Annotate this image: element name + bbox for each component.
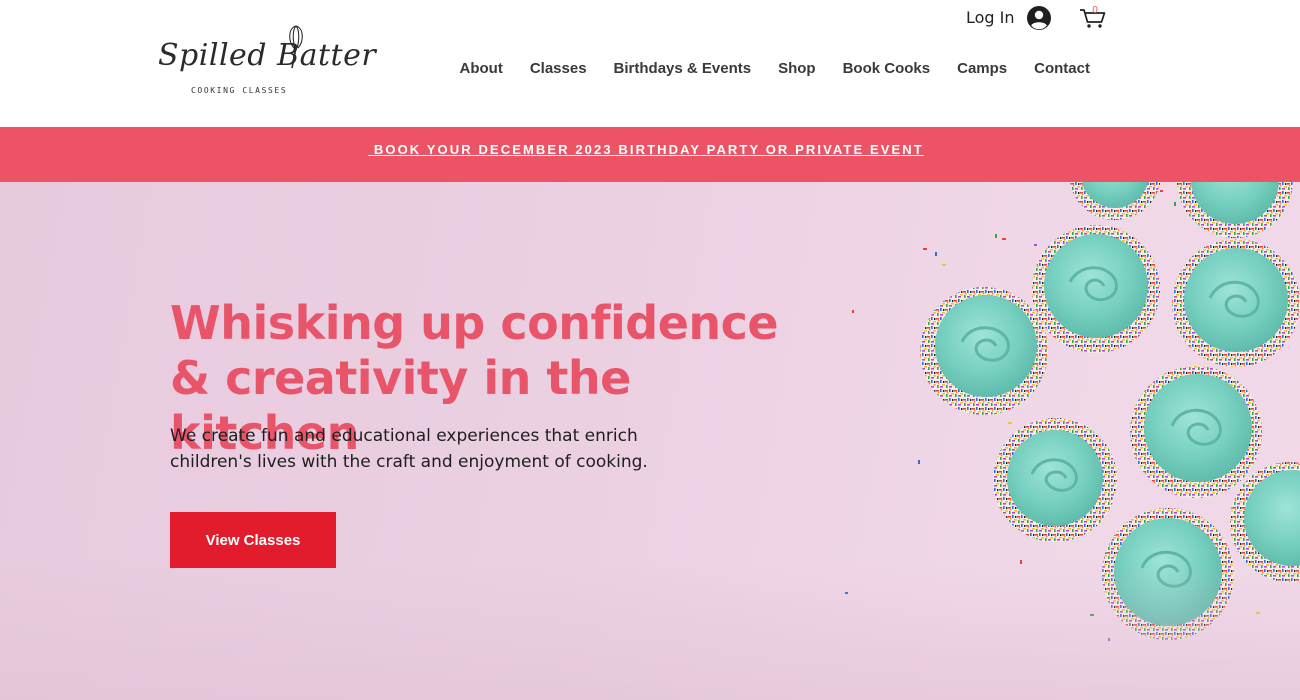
announcement-link[interactable]: BOOK YOUR DECEMBER 2023 BIRTHDAY PARTY O…	[0, 142, 1292, 157]
cupcake	[1172, 239, 1300, 367]
nav-item-classes[interactable]: Classes	[516, 58, 600, 80]
site-logo[interactable]: Spilled Batter COOKING CLASSES	[158, 24, 376, 98]
hero-shade	[0, 562, 1300, 700]
site-header: Spilled Batter COOKING CLASSES Log In 0 …	[0, 0, 1300, 127]
nav-item-book-cooks[interactable]: Book Cooks	[829, 58, 944, 80]
cupcake	[1069, 182, 1161, 220]
main-nav: About Classes Birthdays & Events Shop Bo…	[446, 58, 1103, 80]
cart-count-badge: 0	[1092, 5, 1098, 16]
logo-tagline: COOKING CLASSES	[191, 86, 288, 95]
user-avatar-icon[interactable]	[1027, 6, 1051, 30]
cupcake	[1032, 225, 1160, 353]
cupcake	[1177, 182, 1293, 238]
hero-description: We create fun and educational experience…	[170, 426, 648, 472]
cupcake	[920, 287, 1048, 415]
nav-item-camps[interactable]: Camps	[944, 58, 1021, 80]
whisk-icon	[289, 25, 303, 69]
hero-section: Whisking up confidence & creativity in t…	[0, 182, 1300, 700]
nav-item-contact[interactable]: Contact	[1021, 58, 1104, 80]
nav-item-shop[interactable]: Shop	[765, 58, 830, 80]
cupcake	[1130, 366, 1262, 498]
logo-wordmark: Spilled Batter	[158, 38, 377, 73]
nav-item-birthdays-events[interactable]: Birthdays & Events	[600, 58, 765, 80]
cupcake	[993, 418, 1117, 542]
announcement-bar: BOOK YOUR DECEMBER 2023 BIRTHDAY PARTY O…	[0, 127, 1300, 182]
view-classes-button[interactable]: View Classes	[170, 512, 336, 568]
login-link[interactable]: Log In	[966, 8, 1015, 28]
nav-item-about[interactable]: About	[446, 58, 516, 80]
